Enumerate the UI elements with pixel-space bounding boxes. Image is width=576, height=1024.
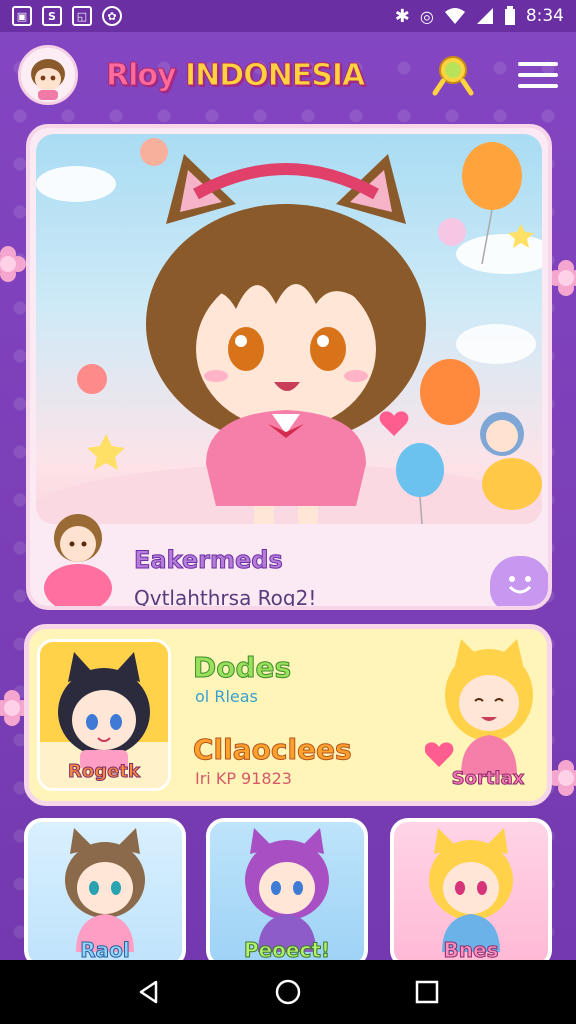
character-card-2[interactable]: Peoect! xyxy=(206,818,368,968)
character-card-2-label: Peoect! xyxy=(243,938,331,963)
flower-decoration xyxy=(548,260,576,296)
vibrate-icon: ◎ xyxy=(419,6,434,26)
character-card-1-label: Raol xyxy=(80,938,131,963)
avatar-character-icon xyxy=(21,48,75,102)
back-button[interactable] xyxy=(127,970,171,1014)
app-title-part1: Rloy xyxy=(106,57,178,93)
menu-icon-line xyxy=(518,73,558,77)
menu-icon-line xyxy=(518,62,558,66)
back-icon xyxy=(140,980,158,1004)
avatar[interactable] xyxy=(18,45,78,105)
system-navigation-bar xyxy=(0,960,576,1024)
mascot-character-icon xyxy=(44,514,112,606)
bluetooth-icon: ✱ xyxy=(394,5,410,27)
category-subtitle-1: ol Rleas xyxy=(195,687,258,706)
app-title: Rloy INDONESIA xyxy=(106,57,366,93)
category-thumbnail-right[interactable]: Sortlax xyxy=(424,635,551,795)
smile-icon xyxy=(508,576,532,594)
home-icon xyxy=(275,979,301,1005)
menu-button[interactable] xyxy=(516,58,560,92)
flower-decoration xyxy=(548,760,576,796)
recents-icon xyxy=(415,980,438,1004)
featured-illustration xyxy=(36,138,542,524)
notification-icon: ▣ xyxy=(12,6,32,26)
character-card-3-label: Bnes xyxy=(443,938,499,963)
character-card-3[interactable]: Bnes xyxy=(390,818,552,968)
ghost-mascot-icon[interactable] xyxy=(490,556,548,606)
featured-image xyxy=(36,134,542,524)
recents-button[interactable] xyxy=(405,970,449,1014)
flower-decoration xyxy=(0,246,26,282)
featured-subtitle: Qvtlahthrsa Rog2! xyxy=(134,586,317,610)
character-card-1[interactable]: Raol xyxy=(24,818,186,968)
category-label-right: Sortlax xyxy=(451,768,525,790)
category-label-left: Rogetk xyxy=(68,761,141,783)
app-title-part2: INDONESIA xyxy=(185,57,366,93)
image-icon: ◱ xyxy=(72,6,92,26)
battery-icon xyxy=(504,6,515,25)
menu-icon-line xyxy=(518,84,558,88)
app-bar: Rloy INDONESIA xyxy=(0,32,576,118)
category-title-1[interactable]: Dodes xyxy=(192,651,291,685)
featured-card[interactable]: Eakermeds Qvtlahthrsa Rog2! xyxy=(26,124,552,610)
search-button[interactable] xyxy=(430,52,476,98)
featured-title: Eakermeds xyxy=(134,546,284,575)
category-subtitle-2: Iri KP 91823 xyxy=(195,769,292,788)
clock: 8:34 xyxy=(525,6,564,26)
shield-icon: S xyxy=(42,6,62,26)
signal-icon xyxy=(476,8,493,24)
category-panel: Rogetk Dodes ol Rleas Cllaoclees Iri KP … xyxy=(24,624,552,806)
category-title-2[interactable]: Cllaoclees xyxy=(193,733,353,767)
home-button[interactable] xyxy=(266,970,310,1014)
search-icon xyxy=(432,56,474,96)
status-bar: ▣ S ◱ ✿ ✱ ◎ 8:34 xyxy=(0,0,576,32)
category-thumbnail-left[interactable]: Rogetk xyxy=(37,639,171,791)
wifi-icon xyxy=(444,8,465,24)
settings-icon: ✿ xyxy=(102,6,122,26)
